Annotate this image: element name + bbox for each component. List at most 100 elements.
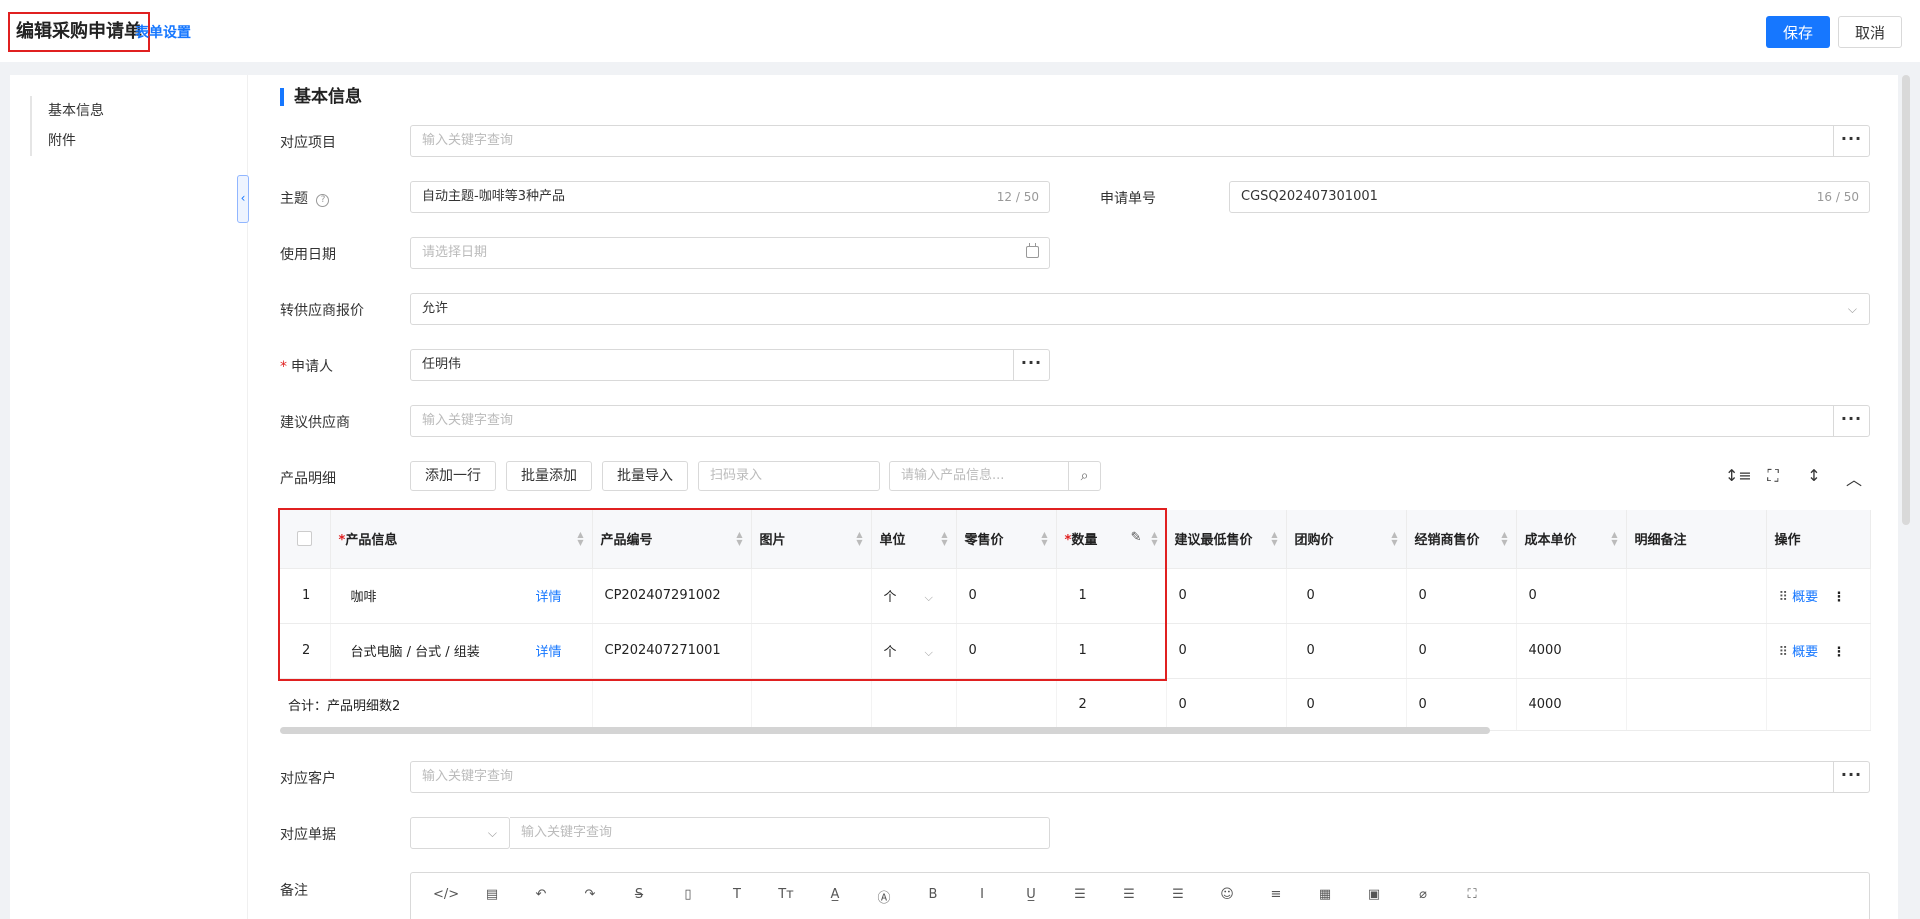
- table-icon[interactable]: ▦: [1314, 887, 1336, 902]
- collapse-up-icon[interactable]: ︿: [1844, 466, 1864, 490]
- project-more-icon[interactable]: ···: [1833, 126, 1869, 156]
- col-qty[interactable]: *数量 ✎ ▲ ▼: [1056, 510, 1167, 569]
- col-cost[interactable]: 成本单价 ▲ ▼: [1516, 510, 1627, 569]
- col-code[interactable]: 产品编号 ▲ ▼: [592, 510, 752, 569]
- note-cell[interactable]: [1626, 623, 1767, 679]
- document-type-select[interactable]: ⌵: [410, 817, 510, 849]
- col-dealer-price[interactable]: 经销商售价 ▲ ▼: [1406, 510, 1517, 569]
- fullscreen-icon[interactable]: ⛶: [1461, 887, 1483, 902]
- form-settings-link[interactable]: 表单设置: [135, 22, 191, 42]
- col-retail[interactable]: 零售价 ▲ ▼: [956, 510, 1057, 569]
- qty-cell[interactable]: 1: [1056, 568, 1167, 624]
- cancel-button[interactable]: 取消: [1838, 16, 1902, 48]
- vertical-scrollbar[interactable]: [1902, 75, 1910, 525]
- dealer-price-cell[interactable]: 0: [1406, 568, 1517, 624]
- note-cell[interactable]: [1626, 568, 1767, 624]
- group-price-cell[interactable]: 0: [1286, 623, 1407, 679]
- min-price-cell[interactable]: 0: [1166, 568, 1287, 624]
- cost-cell[interactable]: 0: [1516, 568, 1627, 624]
- search-icon[interactable]: ⌕: [1068, 462, 1100, 490]
- sort-icon[interactable]: ▲ ▼: [1041, 531, 1047, 547]
- more-vertical-icon[interactable]: ⋮: [1832, 645, 1845, 660]
- align-right-icon[interactable]: ☰: [1167, 887, 1189, 902]
- scan-input[interactable]: 扫码录入: [698, 461, 880, 491]
- select-all-cell[interactable]: [280, 510, 331, 569]
- add-row-button[interactable]: 添加一行: [410, 461, 496, 491]
- fullscreen-icon[interactable]: ⛶: [1763, 466, 1783, 486]
- suggest-supplier-more-icon[interactable]: ···: [1833, 406, 1869, 436]
- sort-icon[interactable]: ▲ ▼: [941, 531, 947, 547]
- nav-item-attachment[interactable]: 附件: [48, 126, 104, 156]
- batch-import-button[interactable]: 批量导入: [602, 461, 688, 491]
- font-color-icon[interactable]: A̲: [824, 887, 846, 902]
- background-color-icon[interactable]: Ⓐ: [873, 887, 895, 906]
- save-button[interactable]: 保存: [1766, 16, 1830, 48]
- undo-icon[interactable]: ↶: [530, 887, 552, 902]
- applicant-input[interactable]: 任明伟 ···: [410, 349, 1050, 381]
- drag-handle-icon[interactable]: ⠿: [1779, 590, 1789, 605]
- edit-icon[interactable]: ✎: [1131, 530, 1142, 545]
- qty-cell[interactable]: 1: [1056, 623, 1167, 679]
- sort-icon[interactable]: ▲ ▼: [1611, 531, 1617, 547]
- document-icon[interactable]: ▯: [677, 887, 699, 902]
- project-input[interactable]: 输入关键字查询 ···: [410, 125, 1870, 157]
- strikethrough-icon[interactable]: S̶: [628, 887, 650, 902]
- help-icon[interactable]: ?: [316, 194, 330, 207]
- redo-icon[interactable]: ↷: [579, 887, 601, 902]
- horizontal-scrollbar[interactable]: [280, 727, 1490, 734]
- customer-input[interactable]: 输入关键字查询 ···: [410, 761, 1870, 793]
- bold-icon[interactable]: B: [922, 887, 944, 902]
- template-icon[interactable]: ▤: [481, 887, 503, 902]
- min-price-cell[interactable]: 0: [1166, 623, 1287, 679]
- product-search-input[interactable]: 请输入产品信息... ⌕: [889, 461, 1101, 491]
- sort-icon[interactable]: ▲ ▼: [856, 531, 862, 547]
- col-group-price[interactable]: 团购价 ▲ ▼: [1286, 510, 1407, 569]
- unit-cell[interactable]: 个 ⌵: [871, 623, 957, 679]
- emoji-icon[interactable]: ☺: [1216, 887, 1238, 902]
- sort-icon[interactable]: ▲ ▼: [1271, 531, 1277, 547]
- group-price-cell[interactable]: 0: [1286, 568, 1407, 624]
- summary-link[interactable]: 概要: [1792, 590, 1818, 605]
- customer-more-icon[interactable]: ···: [1833, 762, 1869, 792]
- text-icon[interactable]: T: [726, 887, 748, 902]
- expand-icon[interactable]: ↕: [1804, 466, 1824, 485]
- subject-input[interactable]: 自动主题-咖啡等3种产品 12 / 50: [410, 181, 1050, 213]
- align-center-icon[interactable]: ☰: [1118, 887, 1140, 902]
- suggest-supplier-input[interactable]: 输入关键字查询 ···: [410, 405, 1870, 437]
- underline-icon[interactable]: U̲: [1020, 887, 1042, 902]
- retail-cell[interactable]: 0: [956, 568, 1057, 624]
- line-height-icon[interactable]: ≡: [1265, 887, 1287, 902]
- drag-handle-icon[interactable]: ⠿: [1779, 645, 1789, 660]
- align-left-icon[interactable]: ☰: [1069, 887, 1091, 902]
- sort-icon[interactable]: ▲ ▼: [1391, 531, 1397, 547]
- select-all-checkbox[interactable]: [297, 531, 313, 547]
- applicant-more-icon[interactable]: ···: [1013, 350, 1049, 380]
- col-image[interactable]: 图片 ▲ ▼: [751, 510, 872, 569]
- col-product[interactable]: *产品信息 ▲ ▼: [330, 510, 593, 569]
- use-date-input[interactable]: 请选择日期: [410, 237, 1050, 269]
- italic-icon[interactable]: I: [971, 887, 993, 902]
- sort-icon[interactable]: ▲ ▼: [1501, 531, 1507, 547]
- detail-link[interactable]: 详情: [536, 645, 562, 660]
- code-view-icon[interactable]: </>: [433, 887, 459, 902]
- retail-cell[interactable]: 0: [956, 623, 1057, 679]
- nav-item-basic-info[interactable]: 基本信息: [48, 96, 104, 126]
- collapse-nav-icon[interactable]: ‹: [237, 175, 249, 223]
- sort-icon[interactable]: ▲ ▼: [1151, 531, 1157, 547]
- image-icon[interactable]: ▣: [1363, 887, 1385, 902]
- supplier-quote-select[interactable]: 允许 ⌵: [410, 293, 1870, 325]
- font-size-icon[interactable]: Tт: [775, 887, 797, 902]
- detail-link[interactable]: 详情: [536, 590, 562, 605]
- attachment-icon[interactable]: ⌀: [1412, 887, 1434, 902]
- col-unit[interactable]: 单位 ▲ ▼: [871, 510, 957, 569]
- cost-cell[interactable]: 4000: [1516, 623, 1627, 679]
- batch-add-button[interactable]: 批量添加: [506, 461, 592, 491]
- unit-cell[interactable]: 个 ⌵: [871, 568, 957, 624]
- col-min-price[interactable]: 建议最低售价 ▲ ▼: [1166, 510, 1287, 569]
- dealer-price-cell[interactable]: 0: [1406, 623, 1517, 679]
- sort-icon[interactable]: ▲ ▼: [577, 531, 583, 547]
- sort-icon[interactable]: ▲ ▼: [736, 531, 742, 547]
- row-height-icon[interactable]: ↕≡: [1725, 466, 1752, 485]
- more-vertical-icon[interactable]: ⋮: [1832, 590, 1845, 605]
- summary-link[interactable]: 概要: [1792, 645, 1818, 660]
